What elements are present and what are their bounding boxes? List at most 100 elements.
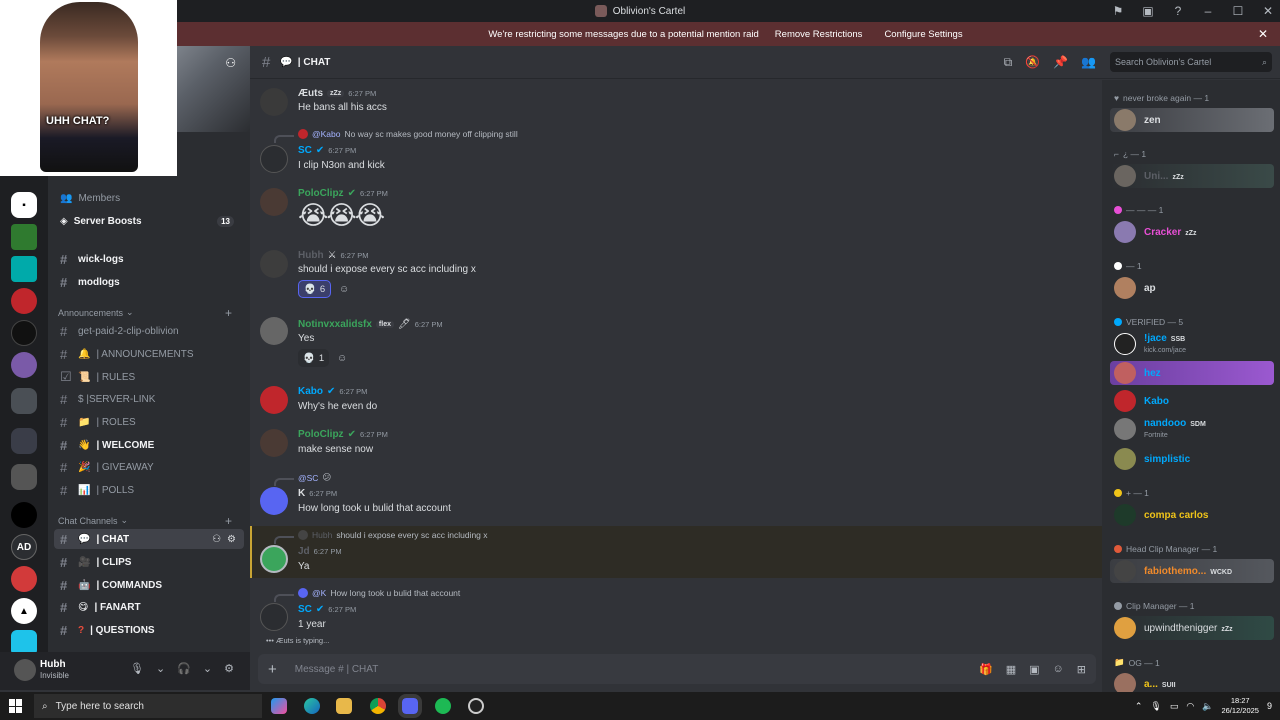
avatar[interactable]	[260, 317, 288, 345]
copilot-icon[interactable]	[271, 698, 287, 714]
member-row[interactable]: Kabo	[1110, 389, 1274, 413]
member-row[interactable]: fabiothemo... WCKD	[1110, 559, 1274, 583]
channel-chat[interactable]: # 💬 | CHAT ⚇ ⚙	[54, 529, 244, 549]
sidebar-item-server-boosts[interactable]: ◈ Server Boosts 13	[54, 211, 244, 231]
reply-preview[interactable]: @K How long took u bulid that account	[298, 588, 460, 598]
windows-start-icon[interactable]	[9, 699, 23, 713]
channel-clips[interactable]: # 🎥 | CLIPS	[54, 552, 244, 572]
edge-icon[interactable]	[304, 698, 320, 714]
skull-reaction[interactable]: 💀 6	[298, 280, 332, 298]
author-name[interactable]: Jd	[298, 546, 310, 557]
taskbar-search[interactable]: ⌕ Type here to search	[34, 694, 262, 718]
remove-restrictions-button[interactable]: Remove Restrictions	[769, 26, 869, 43]
author-name[interactable]: Kabo	[298, 386, 323, 397]
gift-icon[interactable]: 🎁	[979, 663, 993, 676]
configure-settings-button[interactable]: Configure Settings	[878, 26, 968, 43]
mic-icon[interactable]: 🎙	[130, 662, 144, 675]
channel-announcements[interactable]: # 🔔 | ANNOUNCEMENTS	[54, 344, 244, 364]
channel-roles[interactable]: # 📁 | ROLES	[54, 412, 244, 432]
member-row[interactable]: ap	[1110, 276, 1274, 300]
chevron-up-icon[interactable]: ⌃	[1135, 701, 1143, 712]
avatar[interactable]	[260, 88, 288, 116]
server-icon[interactable]: ▪	[11, 192, 37, 218]
server-folder-icon[interactable]	[11, 352, 37, 378]
server-icon[interactable]	[11, 320, 37, 346]
chrome-icon[interactable]	[370, 698, 386, 714]
category-chat-channels[interactable]: Chat Channels ⌄ +	[58, 514, 244, 528]
member-row[interactable]: a... SUII	[1110, 672, 1274, 692]
author-name[interactable]: K	[298, 488, 305, 499]
member-row[interactable]: hez	[1110, 361, 1274, 385]
avatar[interactable]	[260, 429, 288, 457]
author-name[interactable]: SC	[298, 145, 312, 156]
file-explorer-icon[interactable]	[336, 698, 352, 714]
minimize-button[interactable]: –	[1202, 4, 1214, 18]
member-row[interactable]: Cracker zZz	[1110, 220, 1274, 244]
server-icon[interactable]	[11, 256, 37, 282]
channel-questions[interactable]: # ? | QUESTIONS	[54, 620, 244, 640]
category-announcements[interactable]: Announcements ⌄ +	[58, 306, 244, 320]
channel-wick-logs[interactable]: # wick-logs	[54, 249, 244, 269]
headphones-icon[interactable]: 🎧	[177, 662, 191, 675]
member-row[interactable]: simplistic	[1110, 447, 1274, 471]
spotify-icon[interactable]	[435, 698, 451, 714]
sticker-icon[interactable]: ▣	[1029, 663, 1039, 676]
discord-icon[interactable]	[398, 694, 422, 718]
search-input[interactable]: Search Oblivion's Cartel ⌕	[1110, 52, 1272, 72]
message-composer[interactable]: + Message # | CHAT 🎁 ▦ ▣ ☺ ⊞	[258, 654, 1096, 684]
chevron-down-icon[interactable]: ⌄	[203, 662, 212, 675]
avatar[interactable]	[260, 145, 288, 173]
member-row[interactable]: upwindthenigger zZz	[1110, 616, 1274, 640]
server-icon[interactable]	[11, 224, 37, 250]
attach-icon[interactable]: +	[268, 661, 277, 678]
gif-icon[interactable]: ▦	[1006, 663, 1016, 676]
server-icon[interactable]	[11, 502, 37, 528]
server-folder-icon[interactable]	[11, 388, 37, 414]
member-row[interactable]: !jace SSB kick.com/jace	[1110, 332, 1274, 356]
volume-icon[interactable]: 🔈	[1202, 701, 1213, 712]
member-row[interactable]: zen	[1110, 108, 1274, 132]
close-icon[interactable]: ✕	[1258, 27, 1268, 41]
maximize-button[interactable]: ☐	[1232, 4, 1244, 18]
wifi-icon[interactable]: ◠	[1186, 701, 1194, 712]
add-channel-icon[interactable]: +	[225, 514, 232, 528]
add-member-icon[interactable]: ⚇	[225, 56, 236, 70]
avatar[interactable]	[260, 188, 288, 216]
avatar[interactable]	[260, 545, 288, 573]
channel-giveaway[interactable]: # 🎉 | GIVEAWAY	[54, 457, 244, 477]
channel-welcome[interactable]: # 👋 | WELCOME	[54, 435, 244, 455]
avatar[interactable]	[260, 487, 288, 515]
add-reaction-icon[interactable]: ☺	[335, 280, 353, 298]
gear-icon[interactable]: ⚙	[224, 662, 234, 675]
mute-icon[interactable]: 🔕	[1025, 55, 1040, 70]
author-name[interactable]: Notinvxxalidsfx	[298, 319, 372, 330]
threads-icon[interactable]: ⧉	[1004, 55, 1013, 70]
member-row[interactable]: nandooo SDM Fortnite	[1110, 417, 1274, 441]
server-icon[interactable]: ▲	[11, 598, 37, 624]
add-channel-icon[interactable]: +	[225, 306, 232, 320]
window-icon[interactable]: ▣	[1142, 4, 1154, 18]
avatar[interactable]	[260, 603, 288, 631]
mic-icon[interactable]: 🎙	[1150, 701, 1161, 712]
server-folder-icon[interactable]	[11, 464, 37, 490]
chevron-down-icon[interactable]: ⌄	[156, 662, 165, 675]
author-name[interactable]: Hubh	[298, 250, 324, 261]
server-folder-icon[interactable]	[11, 428, 37, 454]
sidebar-item-members[interactable]: 👥 Members	[54, 188, 244, 208]
reply-preview[interactable]: Hubh should i expose every sc acc includ…	[298, 530, 488, 540]
inbox-icon[interactable]: ⚑	[1112, 4, 1124, 18]
member-row[interactable]: Uni... zZz	[1110, 164, 1274, 188]
pin-icon[interactable]: 📌	[1053, 55, 1068, 70]
member-list-icon[interactable]: 👥	[1081, 55, 1096, 70]
channel-rules[interactable]: ☑ 📜 | RULES	[54, 367, 244, 387]
help-icon[interactable]: ?	[1172, 4, 1184, 18]
skull-reaction[interactable]: 💀 1	[298, 349, 330, 367]
channel-modlogs[interactable]: # modlogs	[54, 272, 244, 292]
clock[interactable]: 18:27 26/12/2025	[1221, 696, 1259, 716]
server-icon[interactable]: AD	[11, 534, 37, 560]
avatar[interactable]	[14, 659, 36, 681]
emoji-icon[interactable]: ☺	[1053, 663, 1064, 676]
add-reaction-icon[interactable]: ☺	[333, 349, 351, 367]
server-icon[interactable]	[11, 288, 37, 314]
network-icon[interactable]: ▭	[1170, 701, 1179, 712]
